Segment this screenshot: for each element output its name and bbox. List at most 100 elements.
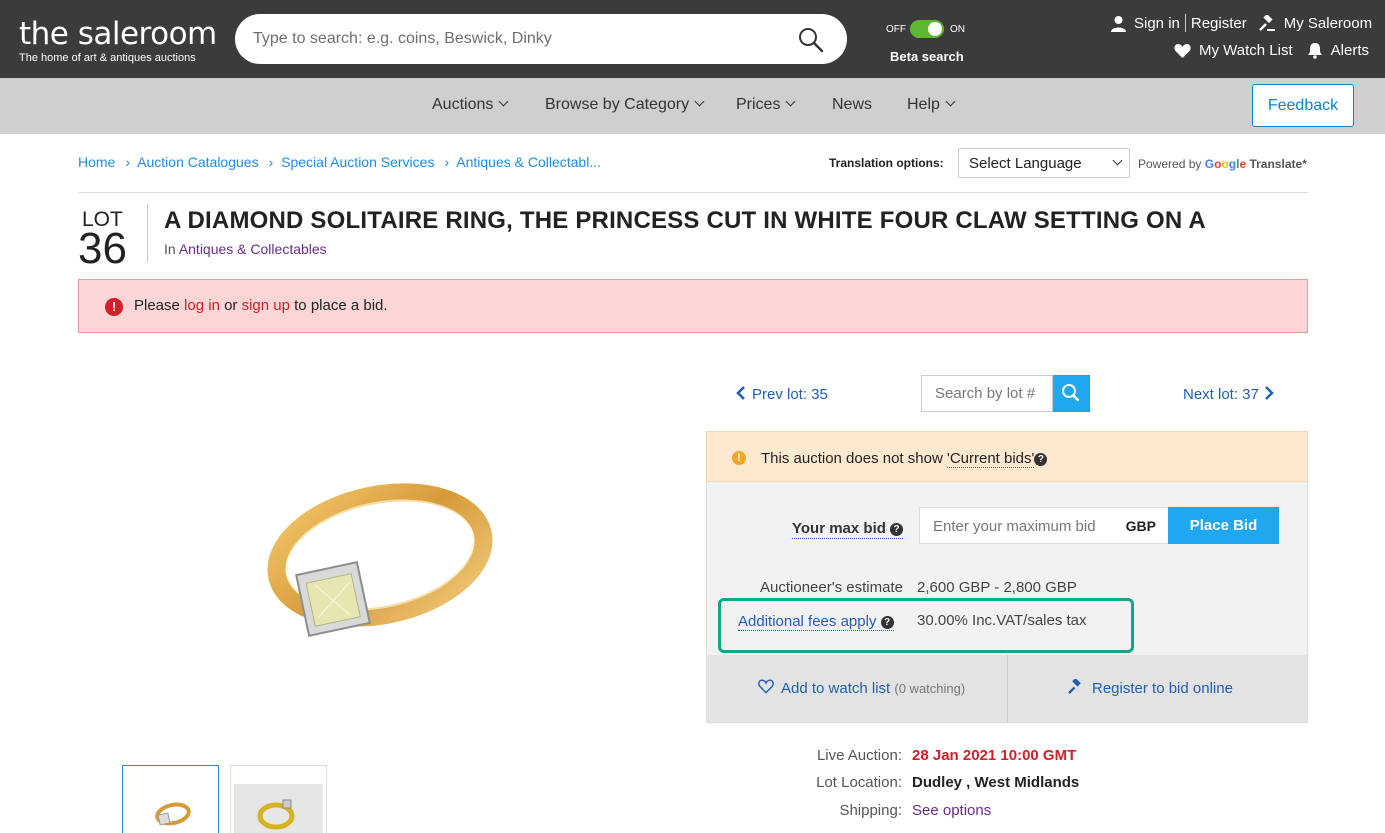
chevron-down-icon bbox=[694, 96, 705, 107]
search-icon[interactable] bbox=[797, 26, 825, 54]
lot-search-button[interactable] bbox=[1053, 375, 1090, 412]
brand-logo[interactable]: the saleroom The home of art & antiques … bbox=[19, 14, 217, 64]
chevron-down-icon bbox=[945, 96, 956, 107]
lot-separator bbox=[147, 204, 148, 262]
chevron-right-icon: › bbox=[125, 154, 131, 170]
chevron-down-icon bbox=[786, 96, 796, 107]
thumbnail-2[interactable] bbox=[230, 765, 327, 833]
account-links-row2: My Watch List Alerts bbox=[1174, 42, 1369, 59]
notice-text: This auction does not show 'Current bids… bbox=[761, 450, 1048, 468]
nav-help[interactable]: Help bbox=[907, 96, 956, 114]
thumbnail-2-image bbox=[234, 784, 323, 833]
estimate-value: 2,600 GBP - 2,800 GBP bbox=[917, 579, 1077, 596]
nav-browse-by-category[interactable]: Browse by Category bbox=[545, 96, 705, 114]
max-bid-input[interactable] bbox=[933, 516, 1113, 536]
breadcrumb-special-auction-services[interactable]: Special Auction Services bbox=[281, 154, 434, 170]
next-lot-link[interactable]: Next lot: 37 bbox=[1183, 386, 1274, 403]
alert-prefix: Please bbox=[134, 297, 180, 314]
warning-icon: ! bbox=[732, 451, 746, 465]
lot-number: 36 bbox=[78, 224, 127, 273]
google-letter-e: e bbox=[1239, 157, 1247, 171]
actions-divider bbox=[1007, 655, 1008, 723]
powered-by-label: Powered by bbox=[1138, 157, 1202, 171]
notice-message: This auction does not show bbox=[761, 450, 943, 467]
language-select[interactable]: Select Language bbox=[958, 148, 1130, 178]
watch-count: (0 watching) bbox=[894, 681, 966, 696]
next-lot-label: Next lot: 37 bbox=[1183, 386, 1259, 403]
nav-prices[interactable]: Prices bbox=[736, 96, 796, 114]
brand-tagline: The home of art & antiques auctions bbox=[19, 52, 196, 64]
gavel-icon bbox=[1258, 14, 1275, 31]
category-link[interactable]: Antiques & Collectables bbox=[179, 241, 327, 257]
lot-search-input[interactable] bbox=[922, 376, 1040, 410]
breadcrumb-auction-catalogues[interactable]: Auction Catalogues bbox=[137, 154, 258, 170]
place-bid-button[interactable]: Place Bid bbox=[1168, 507, 1279, 544]
question-icon[interactable]: ? bbox=[1034, 453, 1048, 466]
search-input[interactable] bbox=[253, 27, 773, 51]
toggle-off-label: OFF bbox=[886, 24, 906, 35]
signup-link[interactable]: sign up bbox=[242, 297, 290, 314]
shipping-options-link[interactable]: See options bbox=[912, 802, 991, 819]
additional-fees-link[interactable]: Additional fees apply ? bbox=[738, 613, 894, 631]
login-link[interactable]: log in bbox=[184, 297, 220, 314]
bell-icon bbox=[1307, 43, 1322, 59]
breadcrumb-home[interactable]: Home bbox=[78, 154, 115, 170]
current-bids-link[interactable]: 'Current bids' bbox=[946, 450, 1035, 468]
chevron-left-icon bbox=[736, 386, 745, 400]
prev-lot-label: Prev lot: 35 bbox=[752, 386, 828, 403]
question-icon[interactable]: ? bbox=[880, 616, 894, 629]
breadcrumb-divider bbox=[78, 192, 1308, 193]
lot-location-value: Dudley , West Midlands bbox=[912, 774, 1080, 791]
user-icon bbox=[1111, 15, 1126, 32]
chevron-down-icon bbox=[498, 96, 509, 107]
fees-value: 30.00% Inc.VAT/sales tax bbox=[917, 612, 1087, 629]
shipping-label: Shipping: bbox=[839, 802, 902, 819]
question-icon[interactable]: ? bbox=[890, 523, 904, 536]
link-separator bbox=[1184, 14, 1186, 32]
exclamation-icon: ! bbox=[105, 298, 123, 316]
translation-label: Translation options: bbox=[829, 156, 944, 170]
breadcrumb-antiques[interactable]: Antiques & Collectabl... bbox=[456, 154, 601, 170]
alert-suffix: to place a bid. bbox=[294, 297, 388, 314]
nav-auctions[interactable]: Auctions bbox=[432, 96, 509, 114]
chevron-right-icon bbox=[1264, 386, 1274, 400]
translate-label: Translate* bbox=[1249, 157, 1307, 171]
nav-news-label: News bbox=[832, 96, 873, 113]
add-to-watch-list-button[interactable]: Add to watch list (0 watching) bbox=[758, 679, 965, 697]
search-icon bbox=[1062, 384, 1080, 402]
powered-by-google[interactable]: Powered by Google Translate* bbox=[1138, 157, 1307, 171]
chevron-down-icon bbox=[1112, 155, 1123, 166]
heart-icon bbox=[758, 679, 774, 694]
thumbnail-1[interactable] bbox=[122, 765, 219, 833]
prev-lot-link[interactable]: Prev lot: 35 bbox=[736, 386, 828, 403]
sign-in-link[interactable]: Sign in bbox=[1134, 15, 1180, 32]
toggle-switch[interactable] bbox=[910, 20, 944, 38]
breadcrumb: Home › Auction Catalogues › Special Auctio… bbox=[78, 154, 605, 170]
gavel-small-icon bbox=[1068, 677, 1081, 694]
register-link[interactable]: Register bbox=[1191, 15, 1247, 32]
alert-text: Please log in or sign up to place a bid. bbox=[134, 297, 388, 314]
brand-name: the saleroom bbox=[19, 16, 217, 52]
watch-list-link[interactable]: My Watch List bbox=[1199, 42, 1293, 59]
account-links: Sign in Register My Saleroom bbox=[1110, 14, 1372, 32]
beta-search-label: Beta search bbox=[890, 49, 964, 64]
login-alert: ! Please log in or sign up to place a bi… bbox=[78, 279, 1308, 333]
nav-auctions-label: Auctions bbox=[432, 96, 494, 113]
language-select-value: Select Language bbox=[969, 155, 1082, 172]
current-bids-notice: ! This auction does not show 'Current bi… bbox=[706, 431, 1308, 482]
lot-main-image[interactable] bbox=[190, 440, 520, 670]
nav-news[interactable]: News bbox=[832, 96, 872, 114]
register-to-bid-button[interactable]: Register to bid online bbox=[1068, 677, 1233, 697]
lot-title: A DIAMOND SOLITAIRE RING, THE PRINCESS C… bbox=[164, 207, 1206, 234]
lot-location-label: Lot Location: bbox=[816, 774, 902, 791]
google-letter-g: G bbox=[1204, 157, 1215, 171]
watch-label: Add to watch list bbox=[781, 680, 891, 697]
google-letter-o2: o bbox=[1221, 157, 1229, 171]
site-search bbox=[235, 14, 847, 64]
google-wordmark: Google bbox=[1205, 157, 1246, 171]
lot-category: In Antiques & Collectables bbox=[164, 241, 327, 257]
my-saleroom-link[interactable]: My Saleroom bbox=[1284, 15, 1372, 32]
alerts-link[interactable]: Alerts bbox=[1331, 42, 1369, 59]
max-bid-label[interactable]: Your max bid ? bbox=[792, 520, 904, 539]
feedback-button[interactable]: Feedback bbox=[1252, 84, 1354, 127]
